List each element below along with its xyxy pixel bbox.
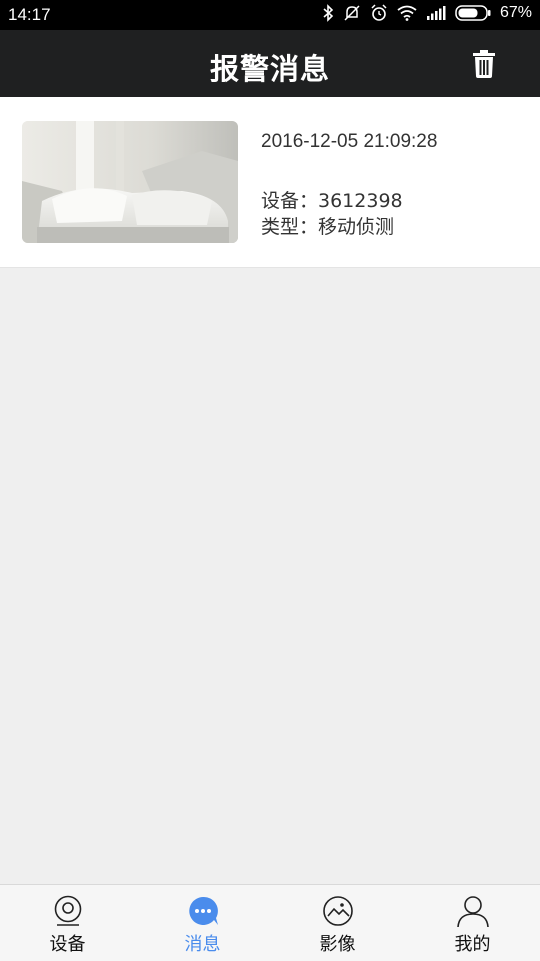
tab-device-label: 设备 <box>49 934 86 955</box>
signal-icon <box>426 6 446 20</box>
user-icon <box>456 896 489 927</box>
wifi-icon <box>397 5 417 21</box>
tab-messages[interactable]: 消息 <box>135 885 270 961</box>
battery-icon <box>455 5 491 21</box>
chat-icon <box>188 896 218 925</box>
camera-icon <box>54 895 81 926</box>
app-header: 报警消息 <box>0 30 540 97</box>
tab-media-label: 影像 <box>319 934 356 955</box>
message-list: 2016-12-05 21:09:28 设备：3612398 类型：移动侦测 <box>0 97 540 268</box>
delete-button[interactable] <box>472 49 496 79</box>
mute-icon <box>344 5 360 21</box>
status-icons: 67% <box>322 4 532 22</box>
message-time: 2016-12-05 21:09:28 <box>261 131 438 152</box>
message-item[interactable]: 2016-12-05 21:09:28 设备：3612398 类型：移动侦测 <box>0 97 540 268</box>
alarm-icon <box>371 4 387 21</box>
bottom-nav: 设备 消息 影像 我的 <box>0 884 540 961</box>
tab-media[interactable]: 影像 <box>270 885 405 961</box>
tab-messages-label: 消息 <box>184 934 221 955</box>
message-device: 设备：3612398 <box>261 190 403 212</box>
status-bar: 14:17 67% <box>0 0 540 30</box>
page-title: 报警消息 <box>209 52 330 86</box>
tab-device[interactable]: 设备 <box>0 885 135 961</box>
status-time: 14:17 <box>8 5 51 24</box>
battery-percent: 67% <box>499 4 532 21</box>
message-type: 类型：移动侦测 <box>261 216 395 238</box>
trash-icon <box>473 50 495 78</box>
tab-profile[interactable]: 我的 <box>405 885 540 961</box>
bluetooth-icon <box>323 4 334 22</box>
tab-profile-label: 我的 <box>454 934 491 955</box>
image-icon <box>322 896 353 926</box>
alarm-snapshot-thumbnail[interactable] <box>22 121 238 243</box>
